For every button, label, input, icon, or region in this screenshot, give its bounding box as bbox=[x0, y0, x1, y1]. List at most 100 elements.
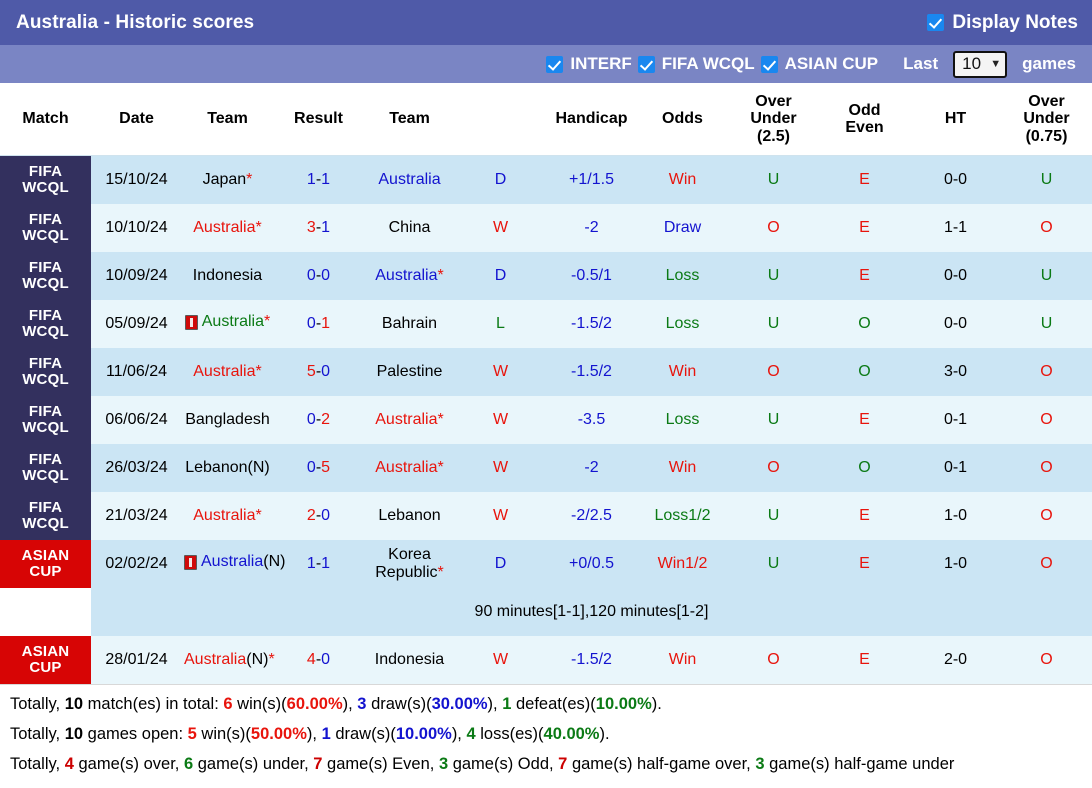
over-under-25-text: O bbox=[767, 362, 780, 380]
away-team-link[interactable]: Australia bbox=[378, 171, 440, 189]
match-date: 06/06/24 bbox=[91, 395, 182, 444]
over-under-075-text: U bbox=[1040, 170, 1053, 188]
home-team-link[interactable]: Bangladesh bbox=[185, 411, 270, 429]
result-score[interactable]: 4-0 bbox=[273, 635, 364, 684]
competition-badge-line: WCQL bbox=[22, 178, 69, 196]
competition-badge: ASIAN CUP bbox=[0, 635, 91, 684]
handicap-value: +1/1.5 bbox=[546, 155, 637, 204]
score-away: 0 bbox=[321, 506, 331, 524]
sum1-seg-2: match(es) in total: bbox=[83, 694, 224, 713]
half-time-score: 0-1 bbox=[910, 395, 1001, 444]
away-team-link[interactable]: Bahrain bbox=[382, 315, 437, 333]
home-team-link[interactable]: Lebanon(N) bbox=[185, 459, 270, 477]
result-score[interactable]: 0-1 bbox=[273, 299, 364, 348]
away-team-link[interactable]: Australia* bbox=[375, 459, 443, 477]
away-team-link[interactable]: Australia* bbox=[375, 411, 443, 429]
over-under-25: O bbox=[728, 443, 819, 492]
handicap-value: -1.5/2 bbox=[546, 635, 637, 684]
result-score[interactable]: 1-1 bbox=[273, 155, 364, 204]
result-score[interactable]: 1-1 bbox=[273, 539, 364, 588]
filter-checkbox-0[interactable] bbox=[546, 55, 564, 73]
win-draw-loss-text: W bbox=[492, 458, 509, 476]
away-team-link[interactable]: Korea Republic* bbox=[366, 546, 453, 582]
odds-result-text: Loss bbox=[665, 266, 700, 284]
result-score[interactable]: 0-5 bbox=[273, 443, 364, 492]
col-header-odd-even: Odd Even bbox=[819, 83, 910, 156]
filter-interf[interactable]: INTERF bbox=[546, 54, 632, 74]
table-row[interactable]: FIFA WCQL 10/10/24 Australia* 3-1 China W -2 Dra… bbox=[0, 203, 1092, 252]
result-score[interactable]: 5-0 bbox=[273, 347, 364, 396]
match-date: 05/09/24 bbox=[91, 299, 182, 348]
home-team-link[interactable]: Japan* bbox=[203, 171, 253, 189]
score-home: 5 bbox=[306, 362, 316, 380]
games-count-value: 10 bbox=[962, 54, 982, 73]
filter-checkbox-2[interactable] bbox=[760, 55, 778, 73]
home-team-link[interactable]: Australia(N)* bbox=[184, 651, 275, 669]
filter-asian-cup[interactable]: ASIAN CUP bbox=[760, 54, 878, 74]
display-notes-toggle[interactable]: Display Notes bbox=[927, 12, 1078, 34]
match-competition-cell: FIFA WCQL bbox=[0, 203, 91, 252]
match-competition-cell: FIFA WCQL bbox=[0, 395, 91, 444]
odds-result: Win bbox=[637, 155, 728, 204]
away-team-link[interactable]: China bbox=[389, 219, 431, 237]
score-away: 1 bbox=[321, 554, 331, 572]
table-row[interactable]: FIFA WCQL 05/09/24 Australia* 0-1 Bahrain L -1.… bbox=[0, 299, 1092, 348]
table-row[interactable]: FIFA WCQL 21/03/24 Australia* 2-0 Lebanon W -2/… bbox=[0, 491, 1092, 540]
match-date: 11/06/24 bbox=[91, 347, 182, 396]
filter-checkbox-1[interactable] bbox=[637, 55, 655, 73]
games-count-select[interactable]: 10 ▼ bbox=[953, 50, 1008, 78]
over-under-25-text: O bbox=[767, 218, 780, 236]
match-date: 10/10/24 bbox=[91, 203, 182, 252]
handicap-value-text: -2/2.5 bbox=[571, 506, 612, 524]
home-team-link[interactable]: Australia(N) bbox=[184, 553, 285, 571]
competition-badge-line: WCQL bbox=[22, 466, 69, 484]
table-row[interactable]: FIFA WCQL 10/09/24 Indonesia 0-0 Australia* D -… bbox=[0, 251, 1092, 300]
competition-badge-line: FIFA bbox=[28, 163, 63, 181]
home-team-link[interactable]: Australia* bbox=[193, 219, 261, 237]
table-row[interactable]: FIFA WCQL 26/03/24 Lebanon(N) 0-5 Australia* W… bbox=[0, 443, 1092, 492]
result-score[interactable]: 0-0 bbox=[273, 251, 364, 300]
home-team-link[interactable]: Australia* bbox=[193, 507, 261, 525]
handicap-value: +0/0.5 bbox=[546, 539, 637, 588]
team-name-text: Australia* bbox=[193, 218, 262, 236]
odd-even: E bbox=[819, 155, 910, 204]
sum2-seg-0: Totally, bbox=[10, 725, 65, 744]
sum3-seg-0: Totally, bbox=[10, 755, 65, 774]
match-competition-cell: ASIAN CUP bbox=[0, 635, 91, 684]
table-row[interactable]: FIFA WCQL 11/06/24 Australia* 5-0 Palestine W -… bbox=[0, 347, 1092, 396]
result-score[interactable]: 0-2 bbox=[273, 395, 364, 444]
result-score[interactable]: 3-1 bbox=[273, 203, 364, 252]
odd-even: E bbox=[819, 635, 910, 684]
result-score[interactable]: 2-0 bbox=[273, 491, 364, 540]
away-team-link[interactable]: Australia* bbox=[375, 267, 443, 285]
table-row[interactable]: FIFA WCQL 06/06/24 Bangladesh 0-2 Australia* W… bbox=[0, 395, 1092, 444]
sum1-seg-8: draw(s)( bbox=[366, 694, 432, 713]
odd-even: E bbox=[819, 539, 910, 588]
competition-badge-line: CUP bbox=[29, 562, 62, 580]
sum1-seg-1: 10 bbox=[64, 694, 84, 713]
table-row[interactable]: ASIAN CUP 02/02/24 Australia(N) 1-1 Korea Rep… bbox=[0, 539, 1092, 588]
away-team-link[interactable]: Lebanon bbox=[378, 507, 440, 525]
away-team-link[interactable]: Indonesia bbox=[375, 651, 444, 669]
table-row[interactable]: FIFA WCQL 15/10/24 Japan* 1-1 Australia D +1/1.… bbox=[0, 155, 1092, 204]
half-time-score-text: 0-1 bbox=[943, 410, 968, 428]
half-time-score-text: 1-0 bbox=[943, 554, 968, 572]
over-under-25: U bbox=[728, 299, 819, 348]
home-team-link[interactable]: Australia* bbox=[193, 363, 261, 381]
team-name-text: Australia(N) bbox=[201, 553, 286, 571]
match-date: 28/01/24 bbox=[91, 635, 182, 684]
home-team-link[interactable]: Indonesia bbox=[193, 267, 262, 285]
team-name-text: Indonesia bbox=[192, 266, 263, 284]
home-team-link[interactable]: Australia* bbox=[184, 313, 270, 331]
over-under-25: O bbox=[728, 635, 819, 684]
win-draw-loss: W bbox=[455, 443, 546, 492]
table-row[interactable]: ASIAN CUP 28/01/24 Australia(N)* 4-0 Indonesi… bbox=[0, 635, 1092, 684]
filter-fifa-wcql[interactable]: FIFA WCQL bbox=[637, 54, 755, 74]
sum2-seg-5: 50.00% bbox=[250, 725, 307, 744]
sum3-seg-4: game(s) under, bbox=[193, 755, 314, 774]
away-team-link[interactable]: Palestine bbox=[377, 363, 443, 381]
sum1-seg-14: ). bbox=[651, 694, 662, 713]
match-date-text: 05/09/24 bbox=[105, 314, 168, 332]
display-notes-checkbox[interactable] bbox=[927, 14, 945, 31]
odds-result: Loss1/2 bbox=[637, 491, 728, 540]
